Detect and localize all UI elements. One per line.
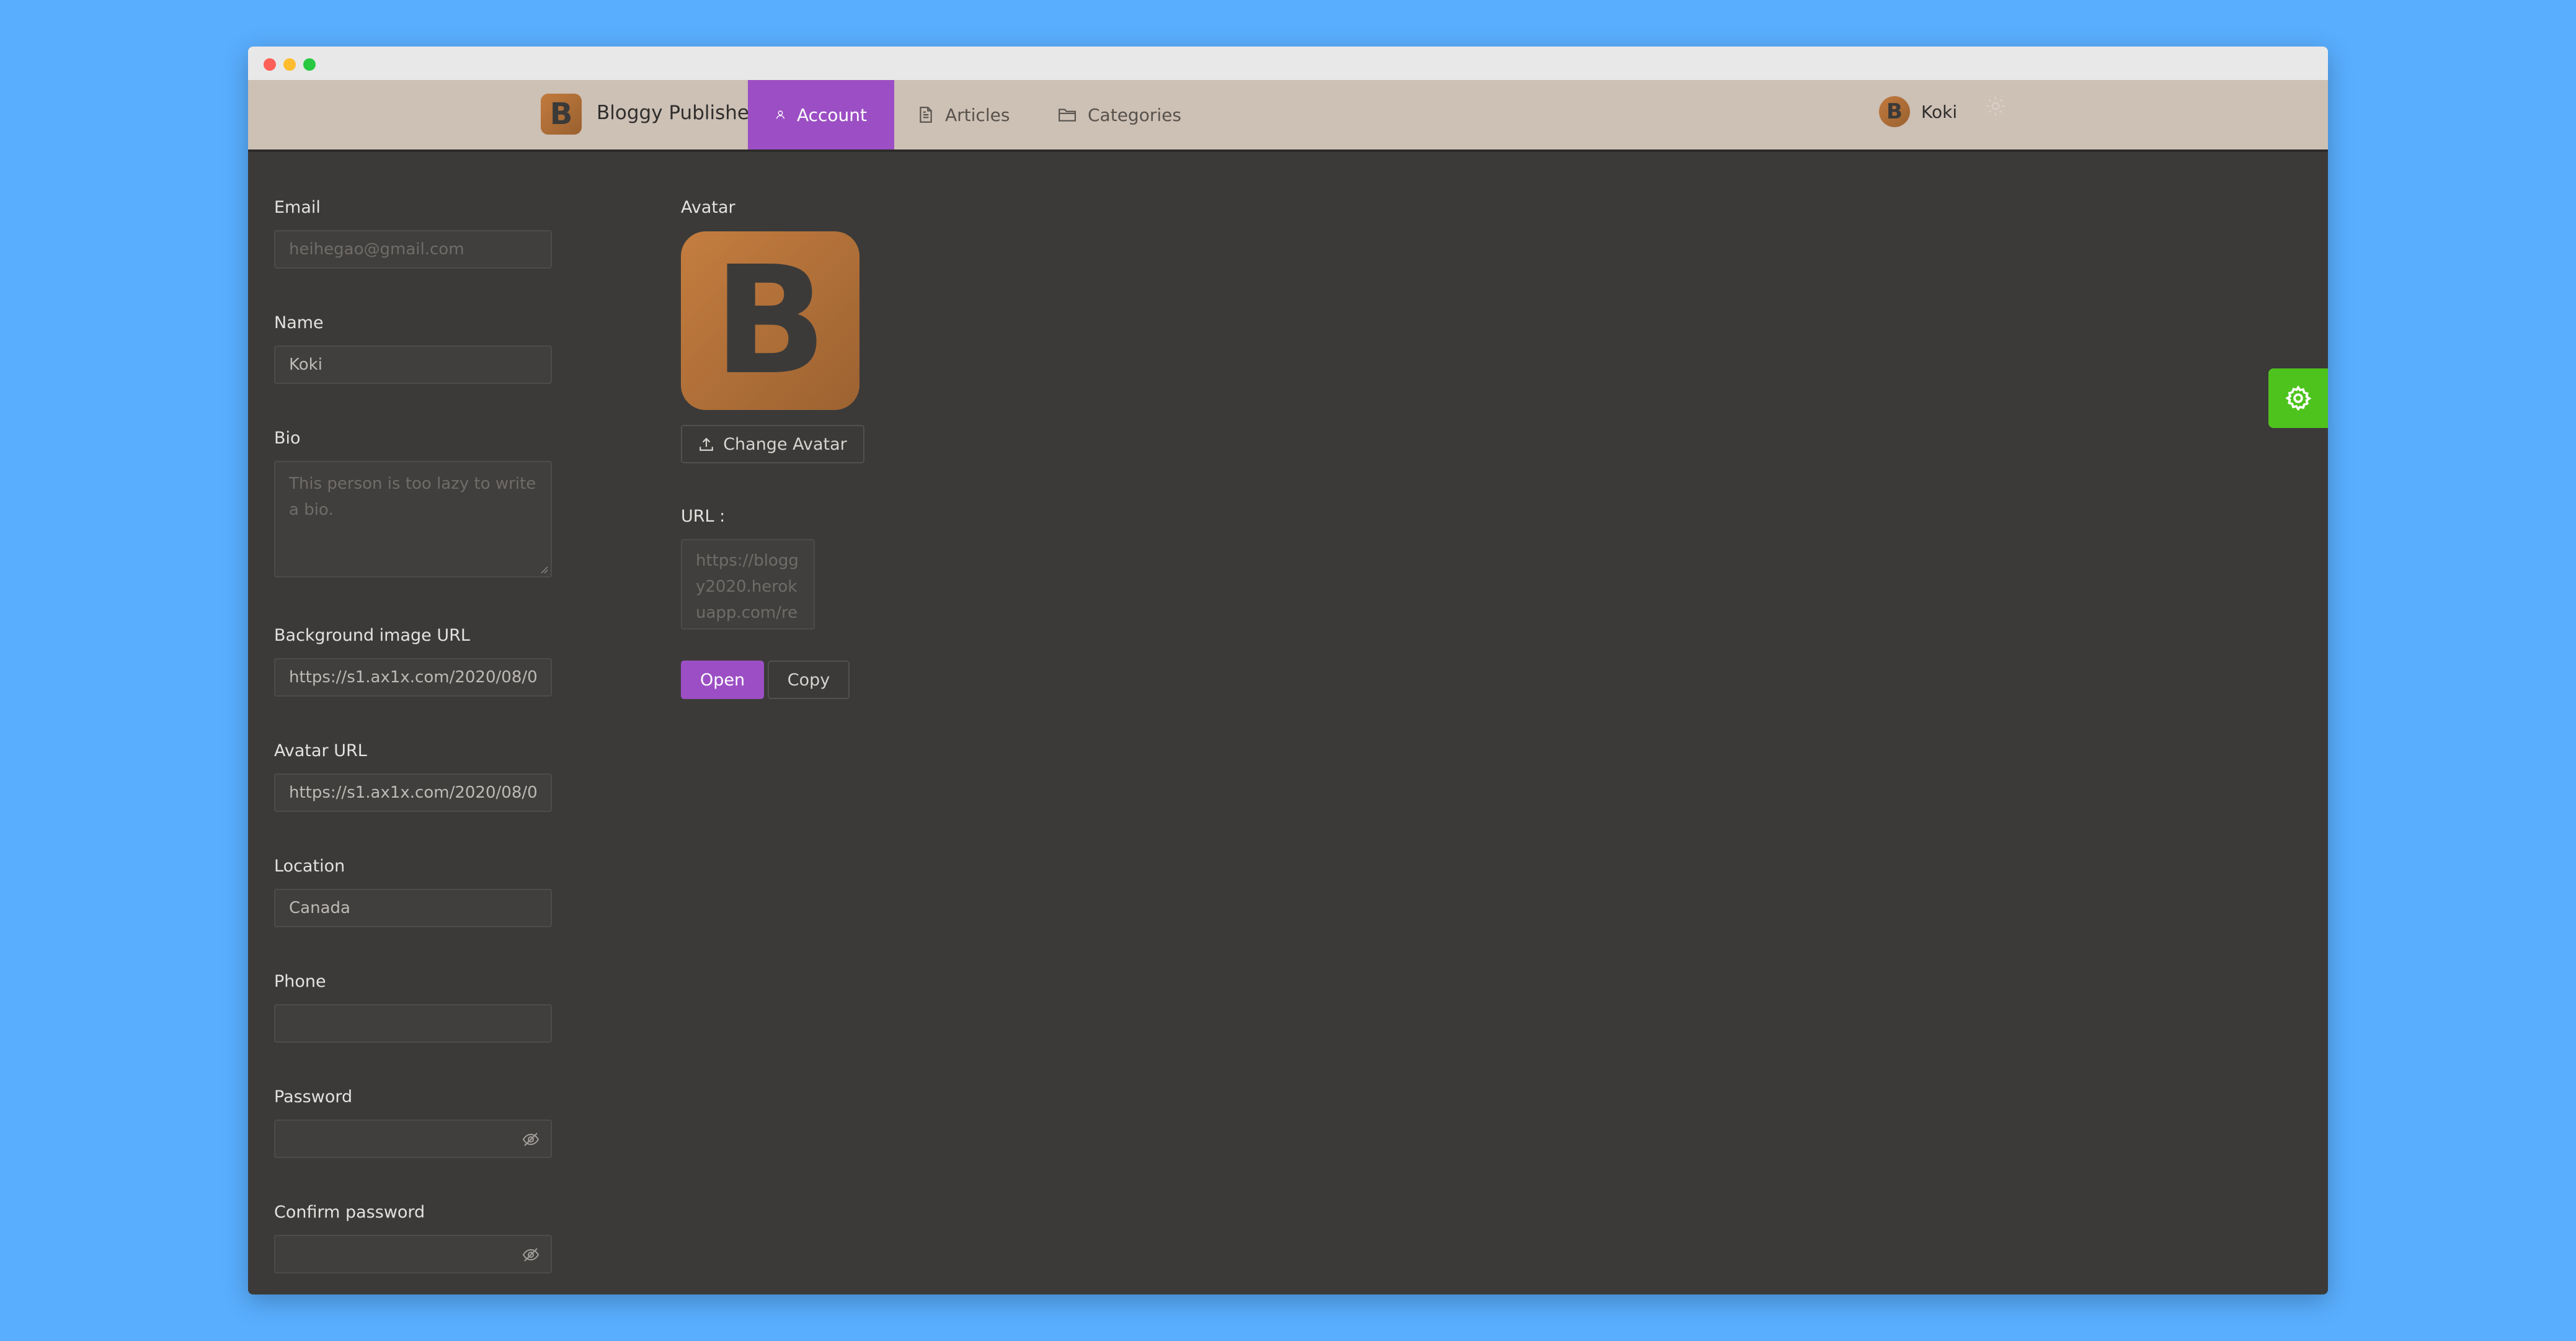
bio-placeholder: This person is too lazy to write a bio. <box>289 474 536 519</box>
background-url-label: Background image URL <box>274 626 470 645</box>
tab-categories-label: Categories <box>1088 104 1181 125</box>
public-url-textarea[interactable]: https://bloggy2020.herokuapp.com/reader/… <box>681 539 815 630</box>
tab-categories[interactable]: Categories <box>1058 80 1181 149</box>
brand-logo[interactable]: B <box>541 94 582 135</box>
confirm-password-label: Confirm password <box>274 1203 425 1222</box>
copy-button-label: Copy <box>787 670 830 690</box>
eye-invisible-icon[interactable] <box>522 1131 540 1147</box>
copy-button[interactable]: Copy <box>768 661 850 699</box>
email-label: Email <box>274 198 321 217</box>
file-icon <box>920 107 932 123</box>
avatar: B <box>1879 96 1910 127</box>
public-url-value: https://bloggy2020.herokuapp.com/reader/… <box>696 551 799 622</box>
avatar-preview: B <box>681 231 859 410</box>
location-field[interactable]: Canada <box>274 889 552 927</box>
user-icon <box>776 110 785 119</box>
browser-window: B Bloggy Publisher Account Articles Cate… <box>248 47 2328 1294</box>
phone-field[interactable] <box>274 1004 552 1043</box>
avatar-url-field[interactable]: https://s1.ax1x.com/2020/08/0 <box>274 773 552 812</box>
password-label: Password <box>274 1087 353 1107</box>
user-menu[interactable]: B Koki <box>1879 96 1957 127</box>
background-url-field[interactable]: https://s1.ax1x.com/2020/08/0 <box>274 658 552 697</box>
tab-account[interactable]: Account <box>748 80 894 149</box>
upload-icon <box>700 437 714 451</box>
gear-icon <box>2285 385 2312 411</box>
location-label: Location <box>274 857 345 876</box>
tab-account-label: Account <box>796 104 867 125</box>
confirm-password-field[interactable] <box>274 1235 552 1273</box>
settings-icon <box>1986 97 2005 115</box>
top-navbar: B Bloggy Publisher Account Articles Cate… <box>248 80 2328 152</box>
avatar-preview-letter: B <box>713 234 827 408</box>
change-avatar-button[interactable]: Change Avatar <box>681 425 864 463</box>
name-field[interactable]: Koki <box>274 345 552 384</box>
brand-name[interactable]: Bloggy Publisher <box>597 99 757 127</box>
minimize-window-button[interactable] <box>283 58 296 71</box>
bio-textarea[interactable]: This person is too lazy to write a bio. <box>274 461 552 577</box>
name-label: Name <box>274 313 324 332</box>
window-titlebar <box>248 47 2328 81</box>
eye-invisible-icon[interactable] <box>522 1247 540 1263</box>
maximize-window-button[interactable] <box>303 58 316 71</box>
resize-handle-icon[interactable] <box>540 565 548 574</box>
close-window-button[interactable] <box>264 58 276 71</box>
change-avatar-label: Change Avatar <box>723 434 847 454</box>
avatar-url-label: Avatar URL <box>274 741 367 760</box>
brand-logo-letter: B <box>549 97 573 131</box>
email-field[interactable]: heihegao@gmail.com <box>274 230 552 269</box>
avatar-label: Avatar <box>681 198 735 217</box>
settings-drawer-button[interactable] <box>2268 368 2328 428</box>
phone-label: Phone <box>274 972 326 991</box>
tab-articles-label: Articles <box>945 104 1010 125</box>
open-button-label: Open <box>700 670 745 690</box>
url-label: URL : <box>681 507 726 526</box>
bio-label: Bio <box>274 429 301 448</box>
tab-articles[interactable]: Articles <box>918 80 1010 149</box>
folder-icon <box>1059 109 1076 122</box>
user-name: Koki <box>1921 101 1958 122</box>
user-avatar-letter: B <box>1886 99 1903 124</box>
password-field[interactable] <box>274 1120 552 1158</box>
open-button[interactable]: Open <box>681 661 764 699</box>
faint-settings-icon[interactable] <box>1984 95 2007 120</box>
